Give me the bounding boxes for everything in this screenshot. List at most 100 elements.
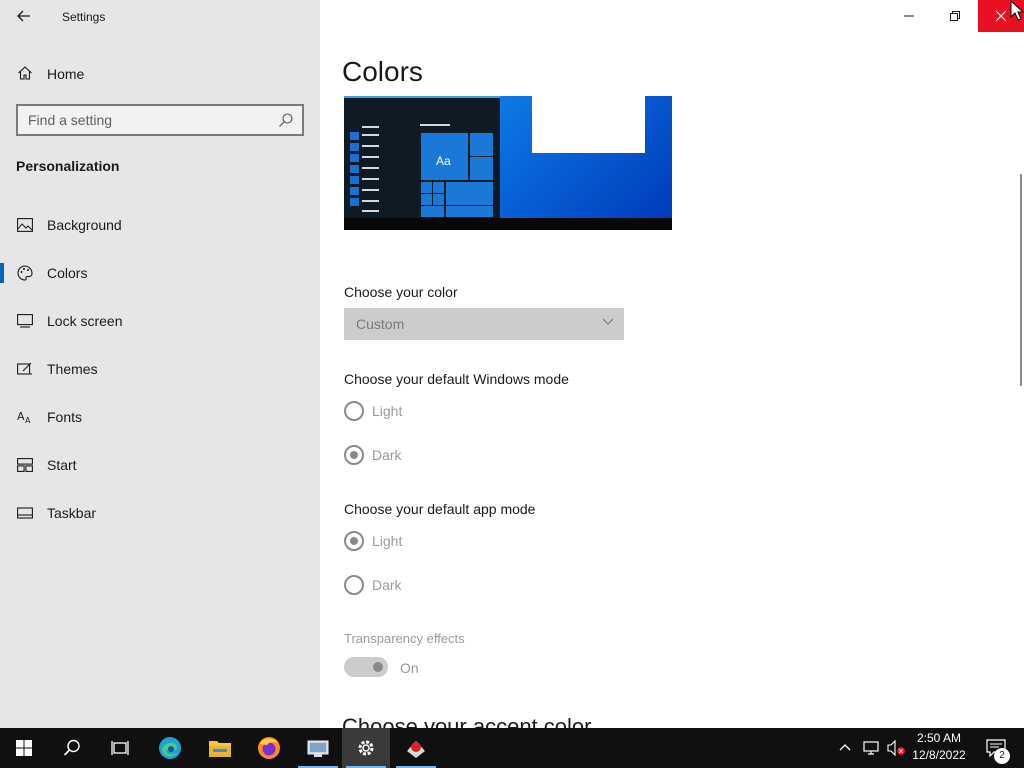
sidebar-item-label: Taskbar — [47, 505, 97, 521]
app-title: Settings — [62, 10, 106, 24]
notification-count-badge: 2 — [994, 748, 1010, 764]
palette-icon — [16, 264, 34, 282]
radio-label: Dark — [372, 447, 402, 463]
sidebar-item-background[interactable]: Background — [0, 205, 320, 245]
show-hidden-icons-button[interactable] — [838, 740, 854, 756]
taskbar: 2:50 AM 12/8/2022 2 — [0, 728, 1024, 768]
task-view-icon — [111, 741, 129, 755]
radio-button[interactable] — [344, 531, 364, 551]
sidebar-item-taskbar[interactable]: Taskbar — [0, 493, 320, 533]
search-icon — [63, 739, 80, 756]
network-app-taskbar-button[interactable] — [294, 728, 342, 768]
mouse-cursor-icon — [1010, 0, 1024, 21]
network-disconnected-icon — [863, 741, 879, 755]
sidebar-item-label: Fonts — [47, 409, 83, 425]
minimize-button[interactable] — [886, 0, 932, 32]
svg-text:A: A — [25, 416, 31, 425]
transparency-toggle[interactable] — [344, 657, 388, 677]
fonts-icon: AA — [16, 408, 34, 426]
sidebar-item-home[interactable]: Home — [0, 58, 320, 90]
preview-taskbar — [344, 218, 672, 230]
radio-label: Dark — [372, 577, 402, 593]
edge-icon — [159, 737, 181, 759]
edge-taskbar-button[interactable] — [146, 728, 194, 768]
red-app-taskbar-button[interactable] — [392, 728, 440, 768]
back-button[interactable] — [10, 4, 38, 28]
start-icon — [16, 456, 34, 474]
radio-label: Light — [372, 403, 403, 419]
lock-screen-icon — [16, 312, 34, 330]
radio-button[interactable] — [344, 401, 364, 421]
sidebar-item-colors[interactable]: Colors — [0, 253, 320, 293]
window-controls — [886, 0, 1024, 32]
choose-color-label: Choose your color — [344, 284, 458, 300]
settings-taskbar-button[interactable] — [342, 728, 390, 768]
clock-time: 2:50 AM — [916, 731, 962, 745]
windows-mode-light-radio[interactable]: Light — [344, 400, 544, 424]
main-content: Colors Aa Choose your color Custom Choos… — [320, 0, 1024, 728]
sidebar-item-lock-screen[interactable]: Lock screen — [0, 301, 320, 341]
task-view-button[interactable] — [96, 728, 144, 768]
sidebar-item-label: Background — [47, 217, 122, 233]
close-icon — [996, 11, 1006, 21]
color-select[interactable]: Custom — [344, 308, 624, 340]
volume-muted-icon — [887, 739, 905, 757]
active-indicator — [0, 263, 4, 283]
theme-preview: Aa — [344, 96, 672, 230]
sidebar-item-label: Lock screen — [47, 313, 123, 329]
radio-selected-dot — [350, 451, 358, 459]
search-input[interactable] — [18, 106, 278, 134]
app-mode-light-radio[interactable]: Light — [344, 530, 544, 554]
taskbar-search-button[interactable] — [48, 728, 96, 768]
search-box[interactable] — [16, 104, 304, 136]
transparency-label: Transparency effects — [344, 631, 465, 646]
radio-label: Light — [372, 533, 403, 549]
windows-mode-dark-radio[interactable]: Dark — [344, 444, 544, 468]
sidebar-item-label: Colors — [47, 265, 88, 281]
windows-logo-icon — [16, 740, 32, 756]
sidebar-item-fonts[interactable]: AA Fonts — [0, 397, 320, 437]
sidebar-item-start[interactable]: Start — [0, 445, 320, 485]
minimize-icon — [904, 15, 914, 17]
preview-tile-label: Aa — [436, 154, 451, 168]
taskbar-icon — [16, 504, 34, 522]
network-app-icon — [307, 740, 329, 757]
home-icon — [16, 64, 34, 82]
network-tray-button[interactable] — [862, 739, 880, 757]
firefox-icon — [258, 737, 280, 759]
section-heading: Personalization — [16, 158, 120, 174]
color-select-value: Custom — [356, 316, 405, 332]
restore-button[interactable] — [932, 0, 978, 32]
radio-button[interactable] — [344, 445, 364, 465]
sidebar: Settings Home Personalization Background… — [0, 0, 320, 728]
preview-window — [532, 96, 645, 153]
windows-mode-label: Choose your default Windows mode — [344, 371, 569, 387]
settings-icon — [358, 740, 374, 756]
scrollbar[interactable] — [1020, 174, 1022, 386]
volume-tray-button[interactable] — [886, 739, 906, 757]
clock-button[interactable]: 2:50 AM 12/8/2022 — [905, 730, 973, 766]
red-app-icon — [407, 741, 425, 758]
file-explorer-icon — [209, 741, 231, 757]
restore-icon — [950, 11, 960, 21]
svg-text:A: A — [17, 410, 25, 423]
themes-icon — [16, 360, 34, 378]
app-mode-dark-radio[interactable]: Dark — [344, 574, 544, 598]
transparency-state: On — [400, 660, 419, 676]
file-explorer-taskbar-button[interactable] — [196, 728, 244, 768]
search-icon[interactable] — [278, 112, 294, 128]
action-center-button[interactable]: 2 — [978, 728, 1024, 768]
radio-button[interactable] — [344, 575, 364, 595]
page-title: Colors — [342, 56, 423, 87]
firefox-taskbar-button[interactable] — [245, 728, 293, 768]
preview-start-menu: Aa — [344, 98, 500, 218]
sidebar-item-themes[interactable]: Themes — [0, 349, 320, 389]
chevron-up-icon — [839, 744, 851, 751]
sidebar-item-label: Themes — [47, 361, 98, 377]
start-button[interactable] — [0, 728, 48, 768]
clock-date: 12/8/2022 — [912, 748, 966, 762]
picture-icon — [16, 216, 34, 234]
chevron-down-icon — [602, 318, 614, 325]
sidebar-item-label: Start — [47, 457, 77, 473]
toggle-knob — [373, 662, 383, 672]
